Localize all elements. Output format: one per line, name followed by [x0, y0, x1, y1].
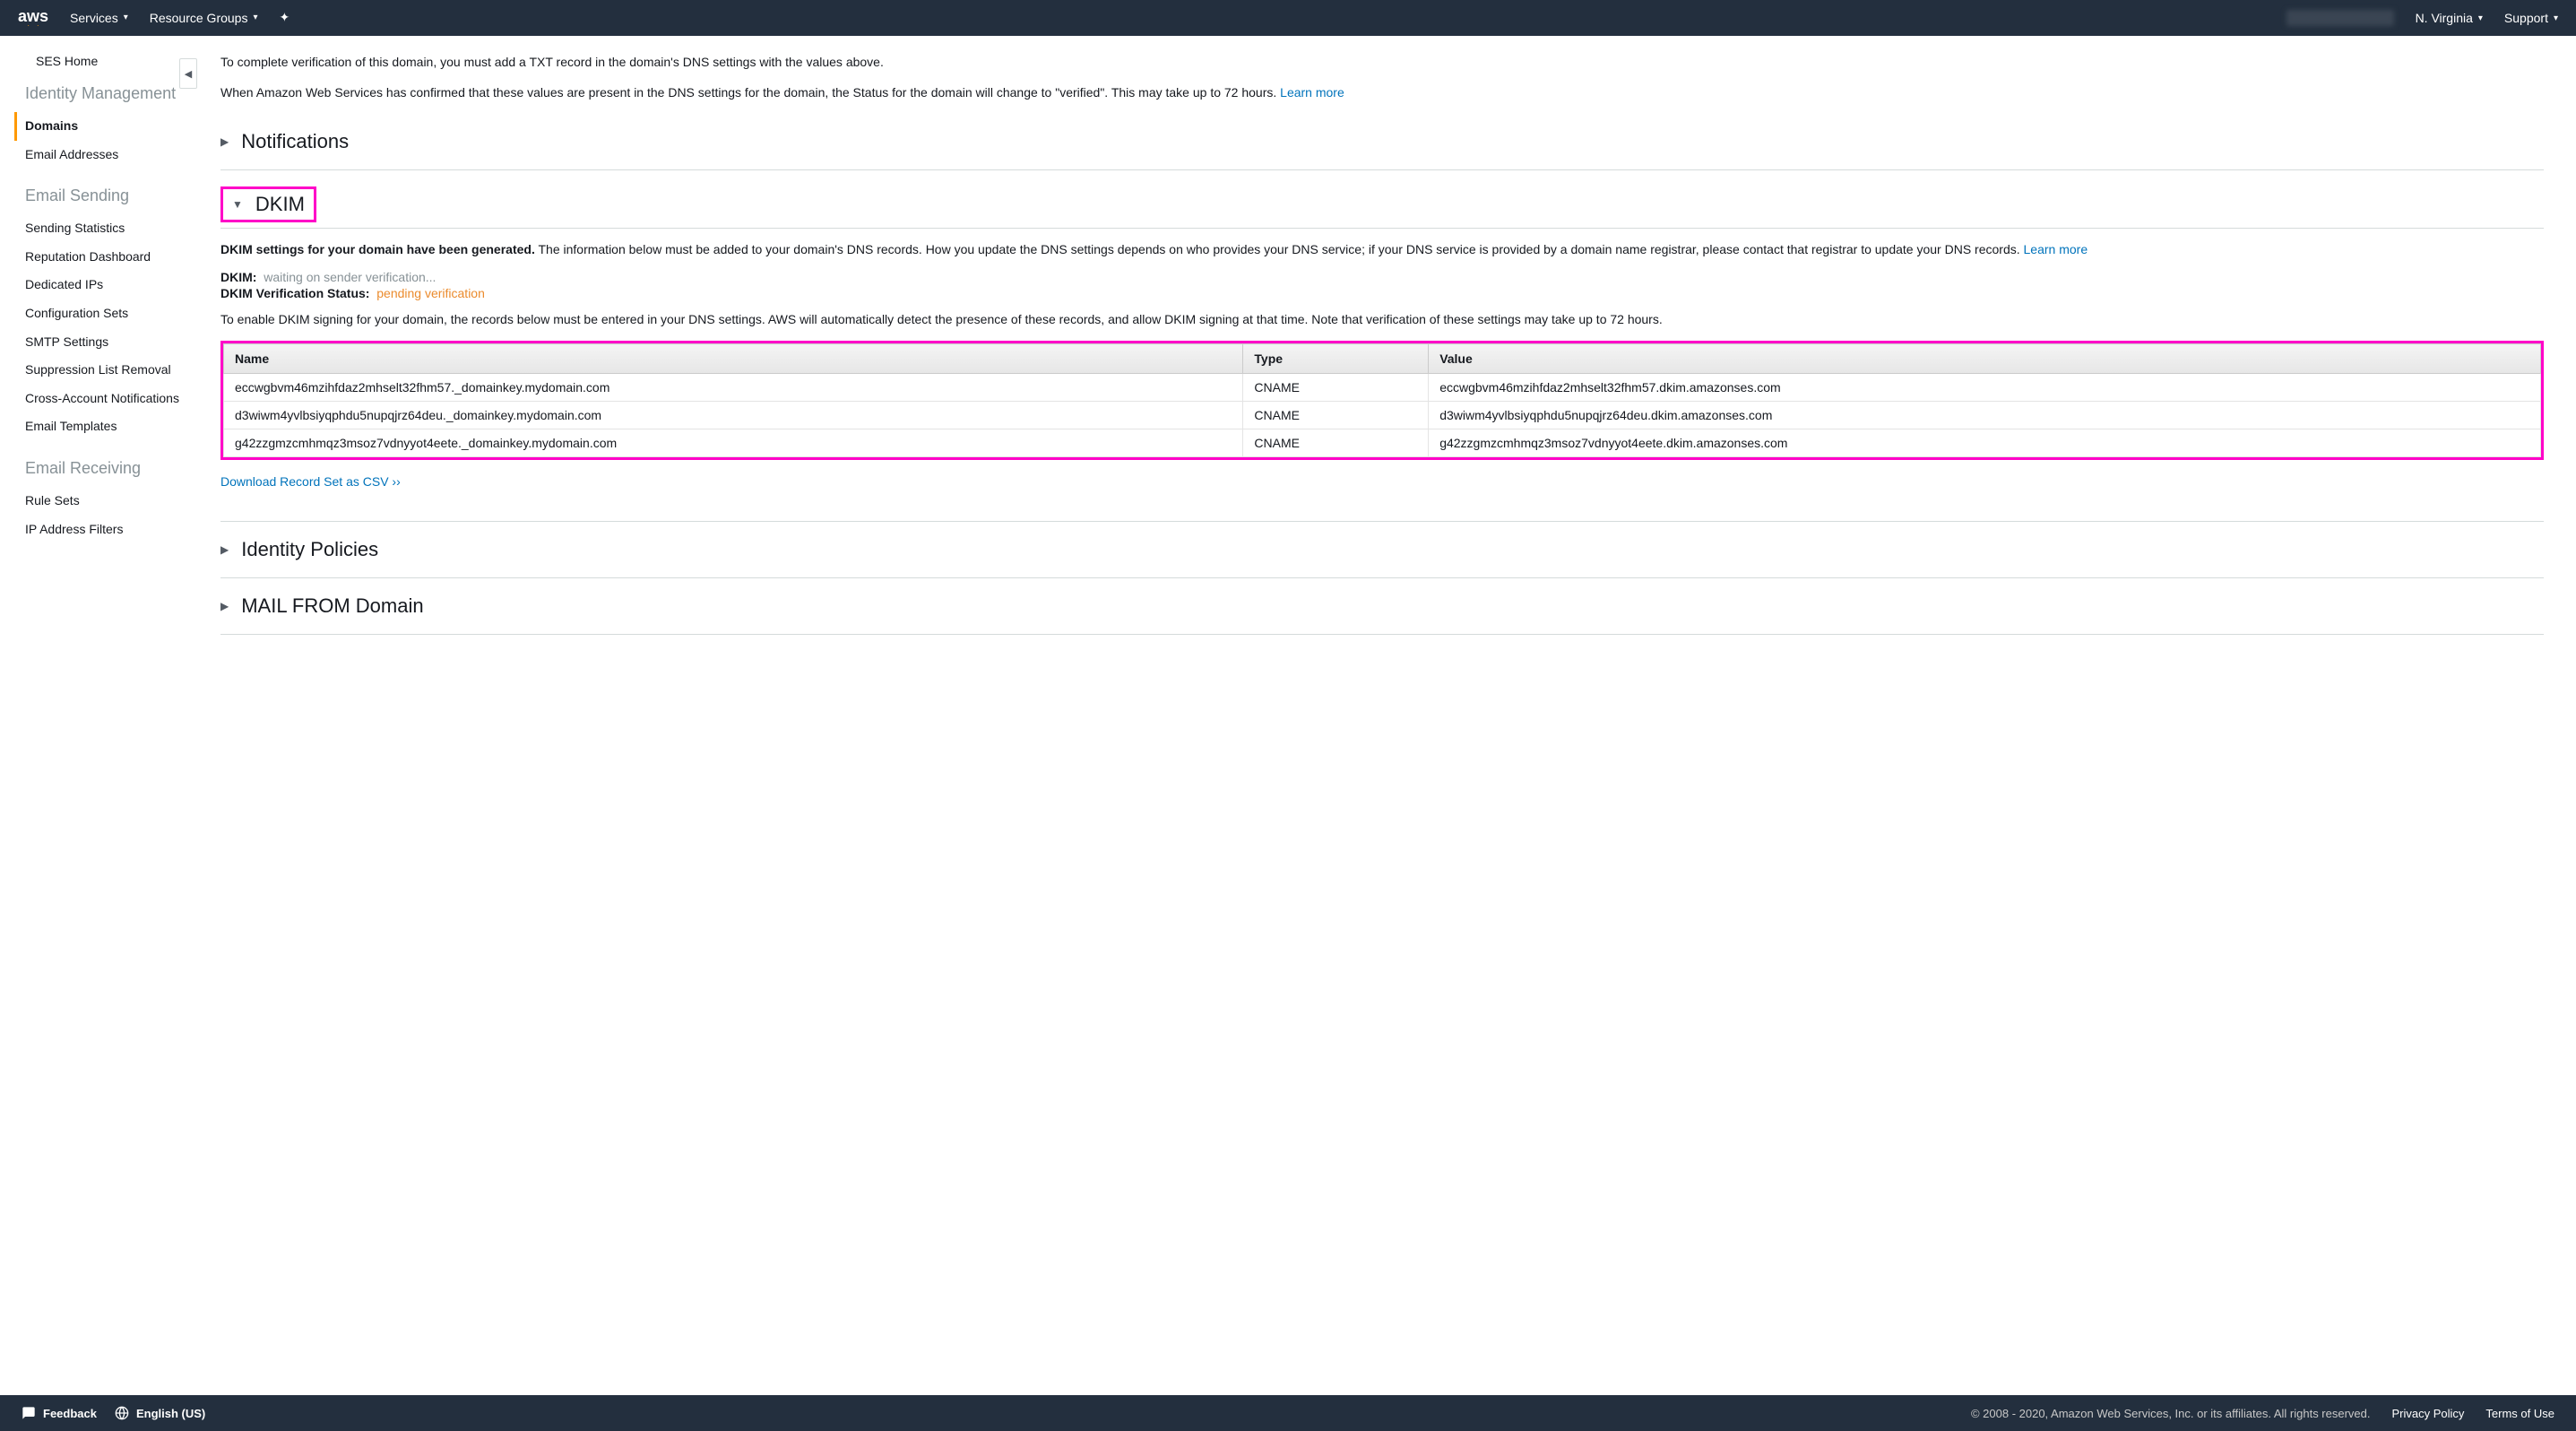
dkim-verification-status-value: pending verification	[376, 286, 485, 300]
table-row: d3wiwm4yvlbsiyqphdu5nupqjrz64deu._domain…	[224, 402, 2541, 429]
verification-instruction-2: When Amazon Web Services has confirmed t…	[220, 84, 2544, 102]
terms-of-use-link[interactable]: Terms of Use	[2485, 1407, 2554, 1420]
section-notifications-title: Notifications	[241, 130, 349, 153]
sidebar-ses-home[interactable]: SES Home	[25, 54, 188, 84]
dkim-status-row: DKIM: waiting on sender verification...	[220, 270, 2544, 284]
account-menu-blurred[interactable]	[2286, 10, 2394, 26]
support-menu[interactable]: Support ▾	[2504, 11, 2558, 25]
section-mail-from: MAIL FROM Domain	[220, 578, 2544, 635]
language-selector[interactable]: English (US)	[115, 1406, 205, 1420]
chevron-left-icon: ◀	[185, 68, 192, 80]
dkim-status-value: waiting on sender verification...	[264, 270, 436, 284]
pin-shortcut[interactable]: ✦	[280, 10, 290, 25]
dkim-enable-text: To enable DKIM signing for your domain, …	[220, 311, 2544, 329]
sidebar-item-ip-filters[interactable]: IP Address Filters	[25, 516, 188, 544]
section-mail-from-header[interactable]: MAIL FROM Domain	[220, 594, 2544, 618]
section-dkim: DKIM DKIM settings for your domain have …	[220, 170, 2544, 505]
dkim-records-table: Name Type Value eccwgbvm46mzihfdaz2mhsel…	[223, 343, 2541, 457]
resource-groups-menu[interactable]: Resource Groups ▾	[150, 11, 258, 25]
sidebar-item-reputation-dashboard[interactable]: Reputation Dashboard	[25, 243, 188, 272]
section-identity-policies-header[interactable]: Identity Policies	[220, 538, 2544, 561]
section-identity-policies-title: Identity Policies	[241, 538, 378, 561]
pin-icon: ✦	[280, 10, 290, 25]
chevron-down-icon: ▾	[253, 13, 257, 22]
table-row: g42zzgmzcmhmqz3msoz7vdnyyot4eete._domain…	[224, 429, 2541, 457]
main-content: To complete verification of this domain,…	[188, 36, 2576, 1395]
sidebar-item-sending-statistics[interactable]: Sending Statistics	[25, 214, 188, 243]
globe-icon	[115, 1406, 129, 1420]
sidebar-group-identity: Identity Management	[25, 84, 188, 103]
dkim-generated-text: DKIM settings for your domain have been …	[220, 241, 2544, 259]
aws-logo[interactable]: aws ⌣	[18, 10, 48, 26]
cell-type: CNAME	[1243, 402, 1429, 429]
cell-value: eccwgbvm46mzihfdaz2mhselt32fhm57.dkim.am…	[1429, 374, 2541, 402]
section-mail-from-title: MAIL FROM Domain	[241, 594, 423, 618]
table-row: eccwgbvm46mzihfdaz2mhselt32fhm57._domain…	[224, 374, 2541, 402]
triangle-right-icon	[220, 543, 229, 556]
chevron-down-icon: ▾	[124, 13, 128, 22]
sidebar-item-rule-sets[interactable]: Rule Sets	[25, 487, 188, 516]
section-dkim-header[interactable]: DKIM	[232, 193, 305, 216]
dkim-header-highlight: DKIM	[220, 186, 316, 222]
cell-type: CNAME	[1243, 429, 1429, 457]
feedback-link[interactable]: Feedback	[22, 1406, 97, 1420]
dkim-verification-status-row: DKIM Verification Status: pending verifi…	[220, 286, 2544, 300]
table-header-row: Name Type Value	[224, 344, 2541, 374]
cell-name: d3wiwm4yvlbsiyqphdu5nupqjrz64deu._domain…	[224, 402, 1243, 429]
cell-name: g42zzgmzcmhmqz3msoz7vdnyyot4eete._domain…	[224, 429, 1243, 457]
col-name: Name	[224, 344, 1243, 374]
region-menu[interactable]: N. Virginia ▾	[2416, 11, 2483, 25]
footer: Feedback English (US) © 2008 - 2020, Ama…	[0, 1395, 2576, 1431]
top-nav: aws ⌣ Services ▾ Resource Groups ▾ ✦ N. …	[0, 0, 2576, 36]
sidebar-item-configuration-sets[interactable]: Configuration Sets	[25, 299, 188, 328]
sidebar-group-sending: Email Sending	[25, 186, 188, 205]
sidebar: SES Home Identity Management Domains Ema…	[0, 36, 188, 1395]
sidebar-item-suppression-list[interactable]: Suppression List Removal	[25, 356, 188, 385]
sidebar-item-email-templates[interactable]: Email Templates	[25, 412, 188, 441]
cell-value: g42zzgmzcmhmqz3msoz7vdnyyot4eete.dkim.am…	[1429, 429, 2541, 457]
sidebar-item-email-addresses[interactable]: Email Addresses	[25, 141, 188, 169]
dkim-records-table-highlight: Name Type Value eccwgbvm46mzihfdaz2mhsel…	[220, 341, 2544, 460]
section-notifications-header[interactable]: Notifications	[220, 130, 2544, 153]
sidebar-item-domains[interactable]: Domains	[14, 112, 188, 141]
privacy-policy-link[interactable]: Privacy Policy	[2392, 1407, 2465, 1420]
download-csv-link[interactable]: Download Record Set as CSV ››	[220, 474, 401, 489]
section-dkim-title: DKIM	[255, 193, 305, 216]
chevron-down-icon: ▾	[2478, 13, 2483, 23]
col-type: Type	[1243, 344, 1429, 374]
chevron-down-icon: ▾	[2554, 13, 2558, 23]
sidebar-collapse-toggle[interactable]: ◀	[179, 58, 197, 89]
triangle-right-icon	[220, 600, 229, 612]
cell-value: d3wiwm4yvlbsiyqphdu5nupqjrz64deu.dkim.am…	[1429, 402, 2541, 429]
section-notifications: Notifications	[220, 114, 2544, 170]
triangle-down-icon	[232, 198, 243, 211]
copyright-text: © 2008 - 2020, Amazon Web Services, Inc.…	[1971, 1407, 2371, 1420]
cell-name: eccwgbvm46mzihfdaz2mhselt32fhm57._domain…	[224, 374, 1243, 402]
services-menu[interactable]: Services ▾	[70, 11, 128, 25]
triangle-right-icon	[220, 135, 229, 148]
cell-type: CNAME	[1243, 374, 1429, 402]
chat-icon	[22, 1406, 36, 1420]
dkim-learn-more-link[interactable]: Learn more	[2024, 242, 2088, 256]
aws-smile-icon: ⌣	[27, 19, 39, 26]
section-identity-policies: Identity Policies	[220, 521, 2544, 578]
learn-more-link[interactable]: Learn more	[1280, 85, 1344, 100]
sidebar-item-cross-account[interactable]: Cross-Account Notifications	[25, 385, 188, 413]
sidebar-group-receiving: Email Receiving	[25, 459, 188, 478]
verification-instruction-1: To complete verification of this domain,…	[220, 54, 2544, 72]
sidebar-item-smtp-settings[interactable]: SMTP Settings	[25, 328, 188, 357]
col-value: Value	[1429, 344, 2541, 374]
sidebar-item-dedicated-ips[interactable]: Dedicated IPs	[25, 271, 188, 299]
